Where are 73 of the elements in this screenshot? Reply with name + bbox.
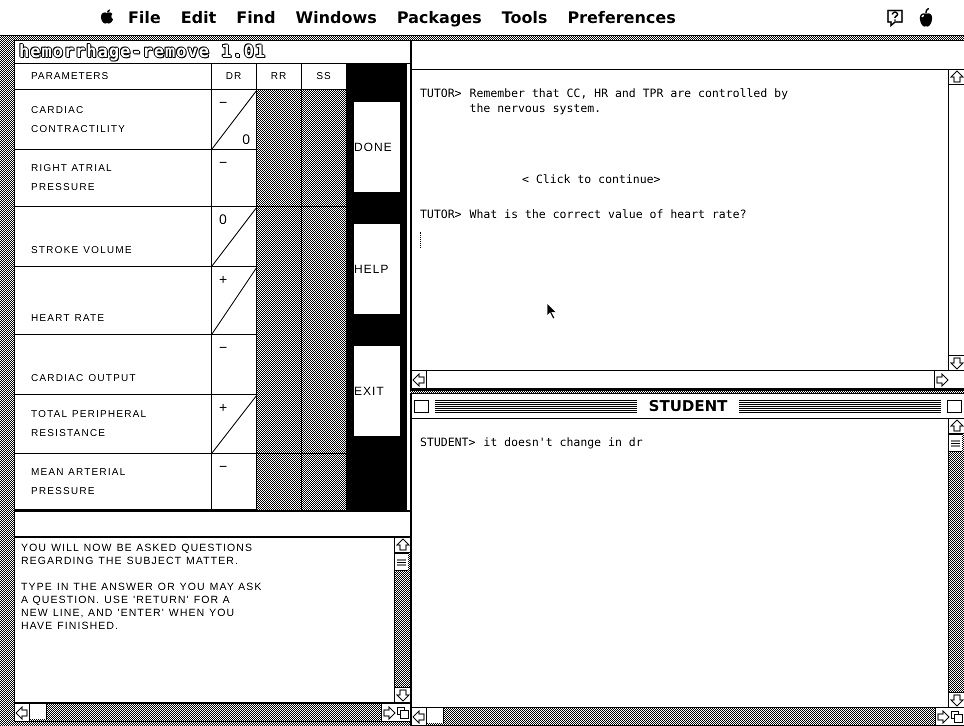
resize-box-icon[interactable] bbox=[950, 710, 964, 724]
slash-line bbox=[212, 90, 257, 149]
scroll-thumb[interactable] bbox=[949, 434, 962, 452]
apple-icon[interactable] bbox=[100, 9, 114, 25]
parameter-name: HEART RATE bbox=[15, 267, 212, 335]
text-caret bbox=[420, 232, 422, 248]
click-to-continue-link[interactable]: < Click to continue> bbox=[522, 172, 660, 186]
mouse-pointer-icon bbox=[546, 302, 558, 320]
menu-item[interactable]: Find bbox=[236, 6, 276, 29]
zoom-box-icon[interactable] bbox=[947, 400, 962, 412]
parameter-name: CARDIAC OUTPUT bbox=[15, 335, 212, 395]
slash-line bbox=[212, 207, 257, 266]
speaker-prefix: TUTOR> bbox=[420, 86, 462, 102]
shaded-cell bbox=[257, 90, 302, 150]
parameter-name: CARDIAC CONTRACTILITY bbox=[15, 90, 212, 150]
close-box-icon[interactable] bbox=[414, 400, 429, 412]
shaded-cell bbox=[257, 335, 302, 395]
correct-value: 0 bbox=[242, 131, 250, 147]
prediction-value[interactable]: + bbox=[219, 399, 250, 415]
scroll-thumb[interactable] bbox=[395, 553, 408, 571]
prediction-value[interactable]: − bbox=[219, 94, 250, 110]
menu-item[interactable]: Packages bbox=[396, 6, 482, 29]
prediction-value[interactable]: 0 bbox=[219, 211, 250, 227]
up-arrow-icon[interactable] bbox=[950, 70, 964, 84]
scroll-thumb[interactable] bbox=[30, 704, 47, 719]
right-arrow-icon[interactable] bbox=[936, 710, 950, 724]
shaded-cell bbox=[257, 207, 302, 267]
instructions-text: YOU WILL NOW BE ASKED QUESTIONS REGARDING THE SUBJECT MATTER. bbox=[21, 542, 254, 568]
column-header: DR bbox=[212, 64, 257, 90]
slash-line bbox=[212, 267, 257, 334]
shaded-cell bbox=[257, 395, 302, 454]
up-arrow-icon[interactable] bbox=[950, 419, 964, 433]
message-text: What is the correct value of heart rate? bbox=[470, 207, 746, 222]
help-icon[interactable] bbox=[886, 8, 904, 26]
menu-item[interactable]: Windows bbox=[296, 6, 377, 29]
left-arrow-icon[interactable] bbox=[412, 710, 426, 724]
speaker-prefix: STUDENT> bbox=[420, 435, 476, 450]
parameter-name: RIGHT ATRIAL PRESSURE bbox=[15, 150, 212, 207]
prediction-value[interactable]: − bbox=[219, 458, 250, 474]
window-title: hemorrhage-remove 1.01 bbox=[19, 42, 266, 62]
command-button[interactable]: DONE bbox=[354, 102, 400, 192]
prediction-value[interactable]: + bbox=[219, 271, 250, 287]
menu-item[interactable]: Tools bbox=[502, 6, 548, 29]
column-header: PARAMETERS bbox=[15, 64, 212, 90]
slash-line bbox=[212, 395, 257, 453]
scroll-thumb[interactable] bbox=[427, 708, 444, 723]
up-arrow-icon[interactable] bbox=[396, 538, 410, 552]
left-arrow-icon[interactable] bbox=[15, 706, 29, 720]
speaker-prefix: TUTOR> bbox=[420, 207, 462, 222]
down-arrow-icon[interactable] bbox=[396, 688, 410, 702]
down-arrow-icon[interactable] bbox=[950, 356, 964, 370]
shaded-cell bbox=[257, 150, 302, 207]
right-arrow-icon[interactable] bbox=[382, 706, 396, 720]
shaded-cell bbox=[257, 267, 302, 335]
prediction-value[interactable]: − bbox=[219, 339, 250, 355]
command-button[interactable]: EXIT bbox=[354, 346, 400, 436]
menu-item[interactable]: File bbox=[128, 6, 161, 29]
app-menu-icon[interactable] bbox=[918, 8, 934, 28]
down-arrow-icon[interactable] bbox=[950, 693, 964, 707]
resize-box-icon[interactable] bbox=[396, 706, 410, 720]
command-button[interactable]: HELP bbox=[354, 224, 400, 314]
message-text: it doesn't change in dr bbox=[483, 435, 643, 450]
prediction-value[interactable]: − bbox=[219, 154, 250, 170]
menu-item[interactable]: Edit bbox=[180, 6, 216, 29]
left-arrow-icon[interactable] bbox=[412, 372, 426, 386]
parameter-name: TOTAL PERIPHERAL RESISTANCE bbox=[15, 395, 212, 454]
window-title: STUDENT bbox=[648, 397, 728, 415]
right-arrow-icon[interactable] bbox=[935, 372, 949, 386]
message-text: Remember that CC, HR and TPR are controlled by the nervous system. bbox=[470, 86, 788, 116]
parameter-name: STROKE VOLUME bbox=[15, 207, 212, 267]
parameter-name: MEAN ARTERIAL PRESSURE bbox=[15, 454, 212, 510]
instructions-text: TYPE IN THE ANSWER OR YOU MAY ASK A QUESTION. USE 'RETURN' FOR A NEW LINE, AND 'ENTER' WHEN YOU HAVE FINISHED. bbox=[21, 581, 264, 633]
menu-item[interactable]: Preferences bbox=[567, 6, 676, 29]
